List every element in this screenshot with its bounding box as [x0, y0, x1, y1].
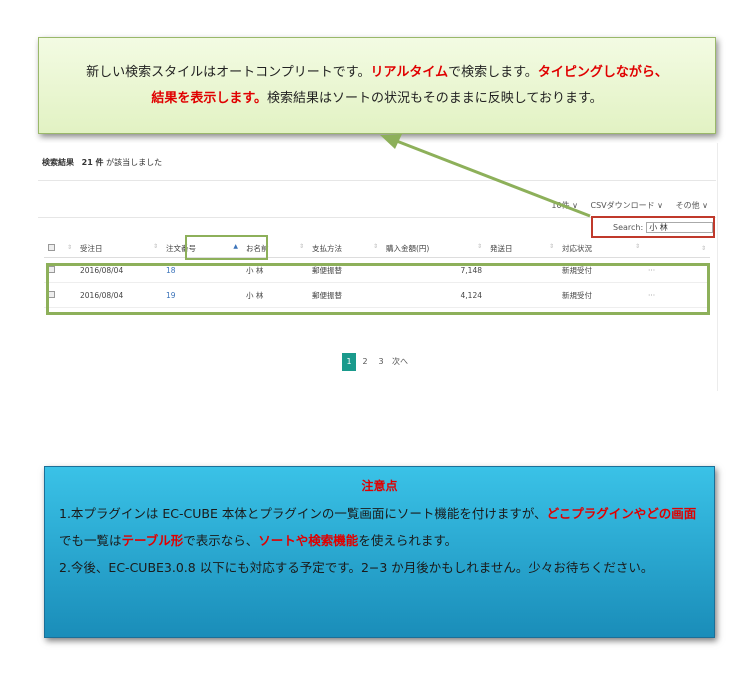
search-highlight: Search: 小 林 — [591, 216, 715, 238]
toolbar-right: 10件 ∨ CSVダウンロード ∨ その他 ∨ — [541, 200, 708, 211]
header-ship-date[interactable]: 発送日 ⇕ — [486, 239, 558, 258]
callout-top: 新しい検索スタイルはオートコンプリートです。リアルタイムで検索します。タイピング… — [38, 37, 716, 134]
csv-download-dropdown[interactable]: CSVダウンロード ∨ — [591, 201, 664, 210]
search-input[interactable]: 小 林 — [646, 221, 713, 233]
header-actions: ⇕ — [644, 239, 710, 258]
page-3[interactable]: 3 — [374, 353, 388, 371]
result-suffix: が該当しました — [106, 158, 163, 167]
sort-icon[interactable]: ⇕ — [477, 243, 482, 250]
per-page-dropdown[interactable]: 10件 ∨ — [551, 201, 578, 210]
header-order-date[interactable]: 受注日 ⇕ — [76, 239, 162, 258]
result-header: 検索結果 21 件 が該当しました — [42, 157, 162, 168]
pagination: 1 2 3 次へ — [342, 353, 410, 371]
rows-highlight — [46, 263, 710, 315]
callout-text-2: で検索します。 — [448, 65, 538, 80]
results-panel: 検索結果 21 件 が該当しました 10件 ∨ CSVダウンロード ∨ その他 … — [38, 143, 718, 391]
sort-icon[interactable]: ⇕ — [635, 243, 640, 250]
note-line-2: 2.今後、EC-CUBE3.0.8 以下にも対応する予定です。2−3 か月後かも… — [59, 560, 654, 575]
page-2[interactable]: 2 — [358, 353, 372, 371]
notes-title: 注意点 — [361, 479, 398, 493]
other-dropdown[interactable]: その他 ∨ — [676, 201, 708, 210]
search-label: Search: — [613, 222, 644, 232]
header-status[interactable]: 対応状況 ⇕ — [558, 239, 644, 258]
page-1[interactable]: 1 — [342, 353, 356, 371]
header-amount[interactable]: 購入金額(円) ⇕ — [382, 239, 486, 258]
sort-icon[interactable]: ⇕ — [373, 243, 378, 250]
callout-text-3: 検索結果はソートの状況もそのままに反映しております。 — [267, 91, 603, 106]
table-header-row: ⇕ 受注日 ⇕ 注文番号 ▲ お名前 ⇕ 支払方法 ⇕ 購入金額(円) ⇕ 発送日 ⇕ 対応… — [44, 239, 710, 258]
divider — [38, 180, 716, 181]
sort-icon[interactable]: ⇕ — [549, 243, 554, 250]
next-page[interactable]: 次へ — [390, 353, 410, 371]
sort-icon[interactable]: ⇕ — [299, 243, 304, 250]
callout-emph-results: 結果を表示します。 — [151, 91, 268, 106]
callout-text-1: 新しい検索スタイルはオートコンプリートです。 — [86, 65, 371, 80]
panel-edge — [717, 143, 718, 391]
result-count: 21 件 — [81, 158, 104, 167]
checkbox-icon[interactable] — [48, 243, 55, 251]
header-payment[interactable]: 支払方法 ⇕ — [308, 239, 382, 258]
callout-emph-typing: タイピングしながら、 — [537, 65, 668, 80]
header-select-all[interactable]: ⇕ — [44, 239, 76, 258]
order-column-highlight — [185, 235, 268, 260]
notes-box: 注意点 1.本プラグインは EC-CUBE 本体とプラグインの一覧画面にソート機… — [44, 466, 715, 638]
note-line-1: 1.本プラグインは EC-CUBE 本体とプラグインの一覧画面にソート機能を付け… — [59, 506, 697, 548]
result-label: 検索結果 — [42, 158, 74, 167]
callout-emph-realtime: リアルタイム — [370, 65, 449, 80]
sort-icon[interactable]: ⇕ — [153, 243, 158, 250]
